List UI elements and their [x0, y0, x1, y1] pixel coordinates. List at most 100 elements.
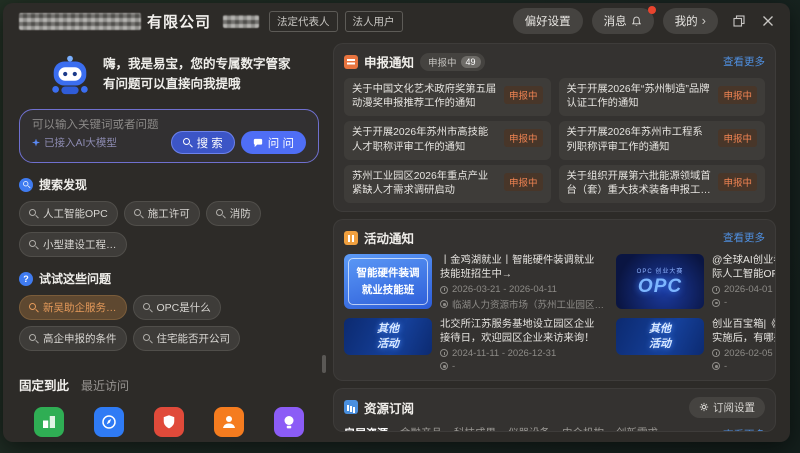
- declare-view-more-link[interactable]: 查看更多: [723, 54, 765, 69]
- activity-thumbnail: 其他活动: [616, 318, 704, 355]
- location-icon: [440, 362, 448, 370]
- restore-window-icon[interactable]: [731, 13, 747, 29]
- scrollbar-thumb[interactable]: [322, 355, 326, 373]
- notice-item[interactable]: 关于开展2026年苏州市工程系列职称评审工作的通知申报中: [559, 121, 766, 159]
- gear-icon: [699, 402, 709, 412]
- search-icon: [143, 334, 152, 343]
- greeting-line2: 有问题可以直接向我提哦: [103, 74, 291, 94]
- clock-icon: [712, 286, 720, 294]
- assistant-greeting: 嗨，我是易宝，您的专属数字管家 有问题可以直接向我提哦: [103, 54, 291, 94]
- notice-item[interactable]: 苏州工业园区2026年重点产业紧缺人才需求调研启动申报中: [344, 165, 551, 203]
- app-window: 有限公司 法定代表人 法人用户 偏好设置 消息 我的›: [3, 3, 790, 442]
- activity-card[interactable]: 智能硬件装调就业技能班 丨金鸡湖就业丨智能硬件装调就业技能班招生中→ 2026-…: [344, 254, 604, 311]
- notice-item[interactable]: 关于组织开展第六批能源领域首台（套）重大技术装备申报工作的通知申报中: [559, 165, 766, 203]
- discover-tag[interactable]: 人工智能OPC: [19, 201, 118, 226]
- activity-card[interactable]: OPC 创业大赛 OPC @全球AI创业者，2026国际人工智能OPC创业大赛报…: [616, 254, 776, 311]
- app-item-project-construction[interactable]: 项目建设: [19, 407, 79, 442]
- search-discovery-header: 搜索发现: [19, 176, 319, 193]
- resource-tab-instruments[interactable]: 仪器设备: [508, 425, 550, 432]
- activity-notices-title: 活动通知: [364, 228, 414, 247]
- tab-recently-visited[interactable]: 最近访问: [81, 377, 129, 394]
- resource-subscription-title: 资源订阅: [364, 398, 414, 417]
- close-icon[interactable]: [760, 13, 776, 29]
- discover-tag[interactable]: 施工许可: [124, 201, 200, 226]
- question-chip[interactable]: 新吴助企服务…: [19, 295, 127, 320]
- declaring-count-badge: 申报中49: [420, 53, 485, 71]
- bell-icon: [631, 16, 642, 27]
- topbar: 有限公司 法定代表人 法人用户 偏好设置 消息 我的›: [3, 3, 790, 39]
- resource-tab-housing[interactable]: 房屋资源: [344, 425, 388, 432]
- compass-icon: [94, 407, 124, 437]
- notice-item[interactable]: 关于开展2026年“苏州制造”品牌认证工作的通知申报中: [559, 78, 766, 116]
- activities-view-more-link[interactable]: 查看更多: [723, 230, 765, 245]
- clock-icon: [440, 349, 448, 357]
- declaration-notices-title: 申报通知: [364, 52, 414, 71]
- discovery-icon: [19, 178, 33, 192]
- question-chip[interactable]: OPC是什么: [133, 295, 221, 320]
- notice-item[interactable]: 关于中国文化艺术政府奖第五届动漫奖申报推荐工作的通知申报中: [344, 78, 551, 116]
- app-item-innovation-demand[interactable]: 创新需求服务: [259, 407, 319, 442]
- ask-button[interactable]: 问 问: [241, 131, 306, 154]
- activity-notices-section: 活动通知 查看更多 智能硬件装调就业技能班 丨金鸡湖就业丨智能硬件装调就业技能班…: [333, 219, 776, 381]
- chart-icon: [344, 400, 358, 414]
- chevron-right-icon: ›: [702, 17, 706, 25]
- resource-tab-innovation-demand[interactable]: 创新需求: [616, 425, 658, 432]
- search-icon: [216, 209, 225, 218]
- messages-label: 消息: [604, 13, 627, 29]
- notification-dot: [648, 6, 656, 14]
- clock-icon: [440, 286, 448, 294]
- status-badge: 申报中: [504, 173, 543, 191]
- resource-tab-tech-achievements[interactable]: 科技成果: [454, 425, 496, 432]
- right-panel: 申报通知 申报中49 查看更多 关于中国文化艺术政府奖第五届动漫奖申报推荐工作的…: [333, 43, 776, 432]
- status-badge: 申报中: [718, 86, 757, 104]
- assistant-search-card: 已接入AI大模型 搜 索 问 问: [19, 109, 319, 163]
- discover-tag[interactable]: 小型建设工程…: [19, 232, 127, 257]
- status-badge: 申报中: [718, 129, 757, 147]
- search-button[interactable]: 搜 索: [171, 131, 235, 154]
- activity-date: 2024-11-11 - 2026-12-31: [440, 348, 604, 359]
- location-icon: [712, 299, 720, 307]
- try-questions-header: ? 试试这些问题: [19, 270, 319, 287]
- activity-card[interactable]: 其他活动 北交所江苏服务基地设立园区企业接待日，欢迎园区企业来访来询！ 2024…: [344, 318, 604, 372]
- activity-location: -: [440, 361, 604, 372]
- app-item-tax-service[interactable]: 税务服务: [139, 407, 199, 442]
- censored-company-name: [19, 13, 141, 30]
- search-icon: [29, 334, 38, 343]
- resources-view-more-link[interactable]: 查看更多: [723, 427, 765, 432]
- question-chip[interactable]: 高企申报的条件: [19, 326, 127, 351]
- search-icon: [29, 209, 38, 218]
- status-badge: 申报中: [504, 129, 543, 147]
- question-chip[interactable]: 住宅能否开公司: [133, 326, 241, 351]
- assistant-search-input[interactable]: [32, 119, 306, 131]
- messages-button[interactable]: 消息: [592, 8, 654, 34]
- activity-location: -: [712, 361, 776, 372]
- resource-tab-finance[interactable]: 金融产品: [400, 425, 442, 432]
- resource-subscription-section: 资源订阅 订阅设置 房屋资源 金融产品 科技成果 仪器设备 中介机构 创新需求 …: [333, 388, 776, 432]
- app-item-investment-startup[interactable]: 投资创业: [79, 407, 139, 442]
- search-icon: [183, 138, 192, 147]
- tab-pinned-here[interactable]: 固定到此: [19, 375, 69, 394]
- person-icon: [214, 407, 244, 437]
- activity-card[interactable]: 其他活动 创业百宝箱|《新增值税法实施后，有哪些新变化值得关注》 2026-02…: [616, 318, 776, 372]
- role-tag-corporate-user: 法人用户: [345, 11, 403, 32]
- activity-thumbnail: 智能硬件装调就业技能班: [344, 254, 432, 309]
- resource-tab-intermediaries[interactable]: 中介机构: [562, 425, 604, 432]
- app-grid: 项目建设 投资创业 税务服务 用工服务 创新需求服务: [19, 407, 319, 442]
- notice-item[interactable]: 关于开展2026年苏州市高技能人才职称评审工作的通知申报中: [344, 121, 551, 159]
- subscription-settings-button[interactable]: 订阅设置: [689, 397, 765, 418]
- preferences-button[interactable]: 偏好设置: [513, 8, 583, 34]
- sparkle-icon: [32, 139, 40, 147]
- assistant-avatar: [47, 51, 93, 97]
- activity-date: 2026-04-01 - 2026-07-31: [712, 284, 776, 295]
- ai-model-note: 已接入AI大模型: [32, 135, 117, 150]
- activity-date: 2026-02-05 - 2026-02-05: [712, 348, 776, 359]
- location-icon: [712, 362, 720, 370]
- declaration-notices-section: 申报通知 申报中49 查看更多 关于中国文化艺术政府奖第五届动漫奖申报推荐工作的…: [333, 43, 776, 212]
- discover-tag[interactable]: 消防: [206, 201, 261, 226]
- building-icon: [34, 407, 64, 437]
- company-name-suffix: 有限公司: [147, 11, 211, 32]
- activity-thumbnail: 其他活动: [344, 318, 432, 355]
- mine-button[interactable]: 我的›: [663, 8, 718, 34]
- location-icon: [440, 300, 448, 308]
- app-item-employment-service[interactable]: 用工服务: [199, 407, 259, 442]
